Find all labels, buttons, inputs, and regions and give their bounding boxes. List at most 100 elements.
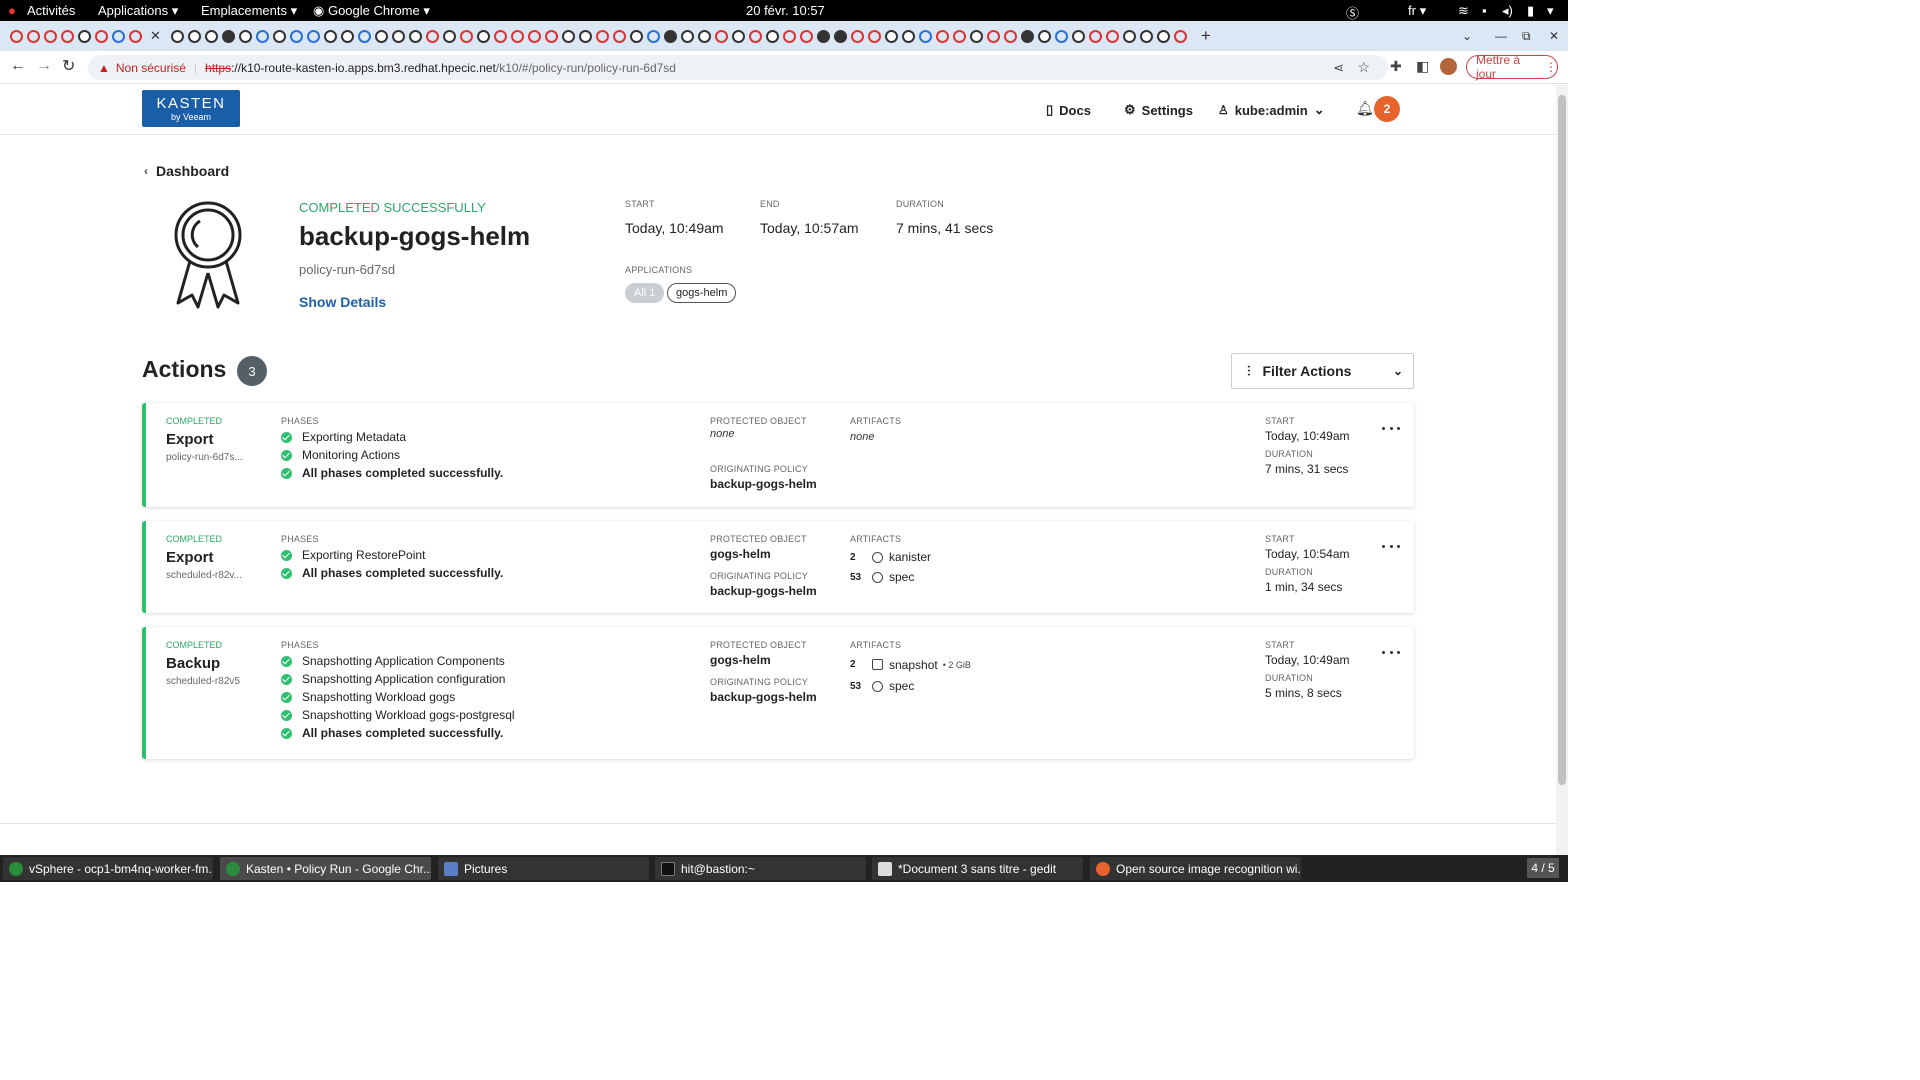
tab-favicon[interactable] (731, 29, 745, 43)
not-secure-label[interactable]: Non sécurisé (116, 61, 186, 75)
artifact-item[interactable]: 2 snapshot • 2 GiB (850, 653, 971, 676)
tab-favicon[interactable] (952, 29, 966, 43)
originating-value[interactable]: backup-gogs-helm (710, 477, 817, 491)
skype-icon[interactable]: Ⓢ (1346, 3, 1359, 22)
tab-favicon[interactable] (306, 29, 320, 43)
user-menu[interactable]: ♙ kube:admin ⌄ (1218, 102, 1325, 118)
tab-favicon[interactable] (901, 29, 915, 43)
docs-link[interactable]: ▯ Docs (1046, 102, 1091, 118)
show-details-link[interactable]: Show Details (299, 294, 386, 310)
reload-icon[interactable]: ↻ (62, 56, 75, 76)
share-icon[interactable]: ⋖ (1333, 60, 1344, 76)
more-options-icon[interactable] (1382, 545, 1400, 551)
tab-favicon[interactable] (918, 29, 932, 43)
taskbar-item-gedit[interactable]: *Document 3 sans titre - gedit (872, 857, 1083, 880)
battery-icon[interactable]: ▮ (1527, 3, 1534, 19)
app-filter-all[interactable]: All 1 (625, 283, 665, 303)
tab-favicon[interactable] (986, 29, 1000, 43)
tab-favicon[interactable] (1020, 29, 1034, 43)
tab-favicon[interactable] (935, 29, 949, 43)
tab-favicon[interactable] (10, 29, 23, 43)
bell-icon[interactable]: 🔔︎ (1356, 100, 1374, 117)
activities-button[interactable]: Activités (27, 3, 75, 18)
extensions-icon[interactable]: ✚ (1390, 58, 1402, 75)
tab-favicon[interactable] (374, 29, 388, 43)
address-bar[interactable]: ▲ Non sécurisé | https ://k10-route-kast… (88, 55, 1388, 80)
tab-favicon[interactable] (1156, 29, 1170, 43)
close-tab-icon[interactable]: ✕ (150, 28, 161, 44)
kasten-logo[interactable]: KASTEN by Veeam (142, 90, 240, 127)
originating-value[interactable]: backup-gogs-helm (710, 690, 817, 704)
power-menu-icon[interactable]: ▾ (1547, 3, 1554, 19)
tab-favicon[interactable] (323, 29, 337, 43)
tab-favicon[interactable] (867, 29, 881, 43)
tab-favicon[interactable] (391, 29, 405, 43)
action-card[interactable]: COMPLETED Export policy-run-6d7s... PHAS… (142, 403, 1414, 507)
tab-favicon[interactable] (1173, 29, 1187, 43)
tab-favicon[interactable] (187, 29, 201, 43)
tab-favicon[interactable] (204, 29, 218, 43)
tab-favicon[interactable] (765, 29, 779, 43)
taskbar-item-vsphere[interactable]: vSphere - ocp1-bm4nq-worker-fm... (3, 857, 213, 880)
side-panel-icon[interactable]: ◧ (1416, 58, 1429, 75)
maximize-icon[interactable]: ⧉ (1522, 29, 1531, 44)
tab-favicon[interactable] (884, 29, 898, 43)
tab-favicon[interactable] (1139, 29, 1153, 43)
tab-favicon[interactable] (221, 29, 235, 43)
tab-favicon[interactable] (476, 29, 490, 43)
page-scrollbar-thumb[interactable] (1558, 95, 1566, 785)
tab-favicon[interactable] (578, 29, 592, 43)
bookmark-star-icon[interactable]: ☆ (1357, 59, 1370, 76)
action-card[interactable]: COMPLETED Export scheduled-r82v... PHASE… (142, 521, 1414, 613)
taskbar-item-firefox[interactable]: Open source image recognition wi... (1090, 857, 1301, 880)
tab-favicon[interactable] (493, 29, 507, 43)
tab-favicon[interactable] (1054, 29, 1068, 43)
tab-favicon[interactable] (1003, 29, 1017, 43)
tab-favicon[interactable] (27, 29, 40, 43)
tab-favicon[interactable] (340, 29, 354, 43)
minimize-icon[interactable]: — (1495, 29, 1507, 43)
tab-favicon[interactable] (544, 29, 558, 43)
tab-favicon[interactable] (697, 29, 711, 43)
notification-badge[interactable]: 2 (1374, 96, 1400, 122)
workspace-indicator[interactable]: 4 / 5 (1527, 858, 1559, 878)
back-icon[interactable]: ← (10, 57, 26, 75)
forward-icon[interactable]: → (36, 57, 52, 75)
tab-search-icon[interactable]: ⌄ (1462, 29, 1472, 43)
tab-favicon[interactable] (1122, 29, 1136, 43)
volume-icon[interactable]: ◂) (1502, 3, 1513, 19)
tab-favicon[interactable] (442, 29, 456, 43)
more-options-icon[interactable] (1382, 427, 1400, 433)
tab-favicon[interactable] (612, 29, 626, 43)
tab-favicon[interactable] (714, 29, 728, 43)
profile-avatar[interactable] (1440, 58, 1457, 75)
more-options-icon[interactable] (1382, 651, 1400, 657)
close-window-icon[interactable]: ✕ (1549, 29, 1559, 43)
tab-favicon[interactable] (782, 29, 796, 43)
new-tab-icon[interactable]: + (1201, 26, 1211, 46)
app-filter-gogs-helm[interactable]: gogs-helm (667, 283, 737, 303)
tab-favicon[interactable] (95, 29, 108, 43)
tab-favicon[interactable] (425, 29, 439, 43)
tab-favicon[interactable] (1105, 29, 1119, 43)
tab-favicon[interactable] (129, 29, 142, 43)
taskbar-item-terminal[interactable]: hit@bastion:~ (655, 857, 866, 880)
settings-link[interactable]: ⚙ Settings (1124, 102, 1193, 118)
tab-favicon[interactable] (112, 29, 125, 43)
breadcrumb[interactable]: ‹ Dashboard (144, 163, 229, 179)
tab-favicon[interactable] (646, 29, 660, 43)
tab-favicon[interactable] (510, 29, 524, 43)
tab-favicon[interactable] (44, 29, 57, 43)
tab-favicon[interactable] (78, 29, 91, 43)
taskbar-item-kasten[interactable]: Kasten • Policy Run - Google Chr... (220, 857, 431, 880)
tab-favicon[interactable] (663, 29, 677, 43)
filter-actions-button[interactable]: ⫶ Filter Actions ⌄ (1231, 353, 1414, 389)
tab-favicon[interactable] (170, 29, 184, 43)
taskbar-item-pictures[interactable]: Pictures (438, 857, 649, 880)
browser-app-menu[interactable]: ◉ Google Chrome ▾ (313, 3, 430, 19)
tab-favicon[interactable] (816, 29, 830, 43)
lock-icon[interactable]: ▪ (1482, 3, 1487, 18)
tab-favicon[interactable] (799, 29, 813, 43)
tab-favicon[interactable] (748, 29, 762, 43)
clock[interactable]: 20 févr. 10:57 (746, 3, 825, 18)
